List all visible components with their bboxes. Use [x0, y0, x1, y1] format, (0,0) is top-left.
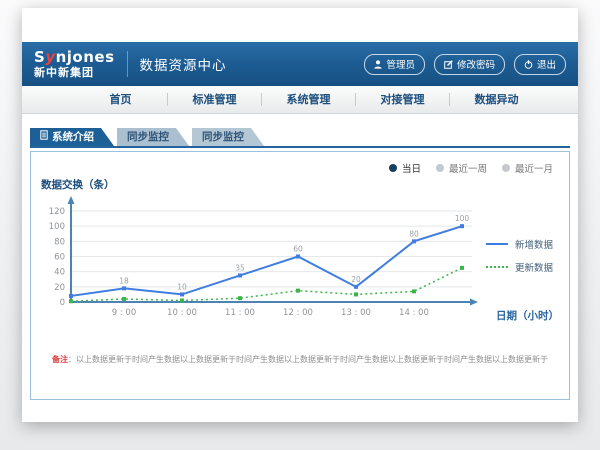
svg-text:9 : 00: 9 : 00 [112, 308, 137, 318]
filter-label: 最近一月 [515, 161, 553, 175]
header-divider [127, 51, 128, 77]
logout-label: 退出 [537, 57, 556, 71]
legend-item-new-data: 新增数据 [486, 237, 553, 251]
radio-icon [436, 164, 444, 172]
logo-accent: y [45, 48, 55, 66]
user-icon [374, 60, 382, 69]
nav-item-home[interactable]: 首页 [74, 93, 168, 106]
svg-text:100: 100 [49, 222, 65, 232]
nav-item-data-change[interactable]: 数据异动 [450, 93, 543, 106]
change-password-label: 修改密码 [457, 57, 495, 71]
footnote-text: ：以上数据更新于时间产生数据以上数据更新于时间产生数据以上数据更新于时间产生数据… [68, 355, 548, 364]
tab-sync-monitor-1[interactable]: 同步监控 [117, 128, 189, 146]
svg-text:40: 40 [54, 268, 65, 278]
page-card: Synjones 新中新集团 数据资源中心 管理员 修改密码 [22, 8, 578, 422]
svg-text:10: 10 [177, 282, 187, 291]
filter-last-month[interactable]: 最近一月 [502, 161, 553, 175]
tab-bar: 系统介绍 同步监控 同步监控 [30, 128, 570, 148]
nav-item-interface-mgmt[interactable]: 对接管理 [356, 93, 450, 106]
edit-icon [444, 60, 453, 69]
footnote: 备注：以上数据更新于时间产生数据以上数据更新于时间产生数据以上数据更新于时间产生… [31, 354, 569, 365]
logout-button[interactable]: 退出 [514, 54, 566, 75]
tab-sync-monitor-2[interactable]: 同步监控 [192, 128, 264, 146]
svg-text:60: 60 [54, 253, 65, 263]
y-axis-title: 数据交换（条） [41, 177, 115, 192]
filter-label: 最近一周 [449, 161, 487, 175]
x-axis-title: 日期（小时） [496, 308, 559, 323]
main-nav: 首页 标准管理 系统管理 对接管理 数据异动 [22, 86, 578, 114]
svg-text:120: 120 [49, 207, 65, 217]
time-range-filters: 当日 最近一周 最近一月 [389, 161, 553, 175]
chart-panel: 当日 最近一周 最近一月 数据交换（条） 0 20 40 60 80 100 120 9 : … [30, 151, 570, 400]
company-logo: Synjones 新中新集团 [34, 50, 115, 78]
svg-text:100: 100 [455, 214, 470, 223]
svg-text:35: 35 [235, 263, 245, 272]
footnote-label: 备注 [52, 355, 68, 364]
svg-text:11 : 00: 11 : 00 [225, 308, 255, 318]
logo-subtitle: 新中新集团 [34, 67, 115, 78]
filter-last-week[interactable]: 最近一周 [436, 161, 487, 175]
radio-selected-icon [389, 164, 397, 172]
tab-label: 系统介绍 [52, 128, 94, 146]
legend-label: 更新数据 [515, 260, 553, 274]
filter-today[interactable]: 当日 [389, 161, 421, 175]
line-chart: 0 20 40 60 80 100 120 9 : 00 10 : 00 11 : 00 12 : … [31, 192, 491, 342]
logo-wordmark: Synjones [34, 50, 115, 65]
svg-text:18: 18 [119, 276, 129, 285]
svg-text:14 : 00: 14 : 00 [399, 308, 429, 318]
document-icon [40, 128, 48, 146]
legend-label: 新增数据 [515, 237, 553, 251]
svg-text:10 : 00: 10 : 00 [167, 308, 197, 318]
dotted-line-icon [486, 266, 508, 268]
tab-system-intro[interactable]: 系统介绍 [30, 128, 114, 146]
app-header: Synjones 新中新集团 数据资源中心 管理员 修改密码 [22, 42, 578, 86]
filter-label: 当日 [402, 161, 421, 175]
svg-text:0: 0 [60, 298, 65, 308]
radio-icon [502, 164, 510, 172]
svg-text:13 : 00: 13 : 00 [341, 308, 371, 318]
svg-text:20: 20 [351, 275, 361, 284]
nav-item-system-mgmt[interactable]: 系统管理 [262, 93, 356, 106]
user-actions: 管理员 修改密码 退出 [364, 54, 566, 75]
admin-label: 管理员 [386, 57, 415, 71]
svg-text:20: 20 [54, 283, 65, 293]
top-strip [22, 8, 578, 42]
tab-label: 同步监控 [202, 128, 244, 146]
chart-area: 0 20 40 60 80 100 120 9 : 00 10 : 00 11 : 00 12 : … [31, 192, 491, 342]
svg-text:60: 60 [293, 245, 303, 254]
legend-item-updated-data: 更新数据 [486, 260, 553, 274]
chart-legend: 新增数据 更新数据 [486, 237, 553, 274]
svg-text:12 : 00: 12 : 00 [283, 308, 313, 318]
power-icon [524, 60, 533, 69]
nav-item-standard-mgmt[interactable]: 标准管理 [168, 93, 262, 106]
svg-text:80: 80 [54, 237, 65, 247]
change-password-button[interactable]: 修改密码 [434, 54, 505, 75]
tab-label: 同步监控 [127, 128, 169, 146]
admin-button[interactable]: 管理员 [364, 54, 425, 75]
solid-line-icon [486, 243, 508, 245]
svg-text:80: 80 [409, 229, 419, 238]
app-title: 数据资源中心 [140, 54, 227, 74]
